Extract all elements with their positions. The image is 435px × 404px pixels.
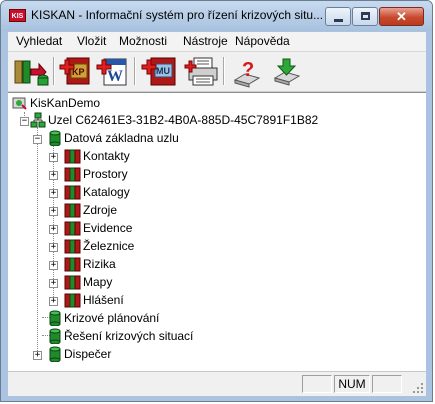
database-icon: [49, 328, 61, 344]
toolbar: KP W MU ?: [8, 52, 426, 92]
collapse-datova-toggle[interactable]: −: [33, 135, 42, 144]
maximize-button[interactable]: [352, 7, 378, 26]
kp-book-icon: KP: [59, 57, 90, 85]
download-icon: [273, 58, 301, 86]
tree-node-child[interactable]: Mapy: [83, 274, 112, 290]
expand-node-toggle[interactable]: +: [49, 261, 58, 270]
word-icon: W: [96, 58, 127, 86]
title-bar[interactable]: KIS KISKAN - Informační systém pro řízen…: [1, 1, 432, 31]
tree-node-krizove[interactable]: Krizové plánování: [64, 310, 159, 326]
book-stack-icon: [64, 257, 81, 272]
database-icon: [49, 310, 61, 326]
minimize-icon: [334, 19, 343, 22]
expand-dispecer-toggle[interactable]: +: [33, 351, 42, 360]
help-icon: ?: [233, 59, 261, 88]
tree-node-child[interactable]: Prostory: [83, 166, 128, 182]
tree-view[interactable]: KisKanDemo − Uzel C62461E3-31B2-4B0A-885…: [8, 92, 426, 371]
menu-vlozit[interactable]: Vložit: [77, 34, 106, 48]
tree-connector: [53, 145, 54, 299]
svg-text:?: ?: [242, 59, 254, 81]
toolbar-separator: [53, 57, 55, 85]
book-stack-icon: [64, 203, 81, 218]
mu-book-icon: MU: [141, 57, 176, 86]
export-db-button[interactable]: [12, 56, 50, 88]
status-pane: [302, 375, 332, 393]
help-button[interactable]: ?: [229, 56, 265, 88]
printer-icon: [184, 57, 218, 86]
expand-node-toggle[interactable]: +: [49, 279, 58, 288]
kp-button[interactable]: KP: [59, 56, 93, 88]
book-stack-icon: [64, 275, 81, 290]
app-icon[interactable]: KIS: [9, 9, 26, 22]
toolbar-separator: [223, 57, 225, 85]
book-stack-icon: [64, 221, 81, 236]
tree-node-child[interactable]: Zdroje: [83, 202, 117, 218]
close-button[interactable]: ✕: [379, 7, 424, 26]
book-stack-icon: [64, 293, 81, 308]
menu-napoveda[interactable]: Nápověda: [235, 34, 290, 48]
menu-nastroje[interactable]: Nástroje: [183, 34, 228, 48]
tree-node-root[interactable]: KisKanDemo: [30, 95, 100, 111]
database-icon: [49, 346, 61, 362]
application-window: KIS KISKAN - Informační systém pro řízen…: [0, 0, 433, 402]
export-db-icon: [14, 60, 49, 86]
tree-node-child[interactable]: Rizika: [83, 256, 116, 272]
expand-node-toggle[interactable]: +: [49, 207, 58, 216]
close-icon: ✕: [396, 9, 407, 24]
network-node-icon: [30, 112, 46, 128]
svg-text:W: W: [107, 68, 123, 85]
expand-node-toggle[interactable]: +: [49, 225, 58, 234]
print-button[interactable]: [184, 56, 220, 88]
tree-node-child[interactable]: Hlášení: [83, 292, 124, 308]
mu-button[interactable]: MU: [141, 56, 179, 88]
maximize-icon: [361, 12, 370, 20]
tree-connector: [37, 127, 38, 353]
menu-moznosti[interactable]: Možnosti: [119, 34, 167, 48]
svg-text:MU: MU: [156, 66, 170, 76]
window-title: KISKAN - Informační systém pro řízení kr…: [31, 8, 324, 22]
book-stack-icon: [64, 149, 81, 164]
expand-node-toggle[interactable]: +: [49, 297, 58, 306]
tree-node-child[interactable]: Železnice: [83, 238, 134, 254]
toolbar-separator: [134, 57, 136, 85]
expand-node-toggle[interactable]: +: [49, 243, 58, 252]
status-pane: [372, 375, 402, 393]
book-stack-icon: [64, 185, 81, 200]
tree-node-datova[interactable]: Datová základna uzlu: [64, 130, 179, 146]
expand-node-toggle[interactable]: +: [49, 153, 58, 162]
tree-node-child[interactable]: Kontakty: [83, 148, 130, 164]
menu-vyhledat[interactable]: Vyhledat: [16, 34, 62, 48]
book-stack-icon: [64, 167, 81, 182]
root-node-icon: [12, 97, 27, 110]
word-button[interactable]: W: [96, 56, 130, 88]
menu-bar: Vyhledat Vložit Možnosti Nástroje Nápově…: [8, 32, 426, 52]
tree-node-reseni[interactable]: Řešení krizových situací: [64, 328, 193, 344]
expand-node-toggle[interactable]: +: [49, 171, 58, 180]
expand-node-toggle[interactable]: +: [49, 189, 58, 198]
book-stack-icon: [64, 239, 81, 254]
database-icon: [49, 130, 61, 146]
tree-node-dispecer[interactable]: Dispečer: [64, 346, 111, 362]
status-bar: NUM: [8, 371, 426, 396]
tree-node-child[interactable]: Evidence: [83, 220, 132, 236]
minimize-button[interactable]: [325, 7, 351, 26]
tree-node-uzel[interactable]: Uzel C62461E3-31B2-4B0A-885D-45C7891F1B8…: [48, 112, 318, 128]
tree-node-child[interactable]: Katalogy: [83, 184, 130, 200]
resize-grip-icon[interactable]: [412, 382, 424, 394]
collapse-node-toggle[interactable]: −: [20, 117, 29, 126]
download-button[interactable]: [269, 56, 305, 88]
status-num: NUM: [334, 375, 370, 393]
